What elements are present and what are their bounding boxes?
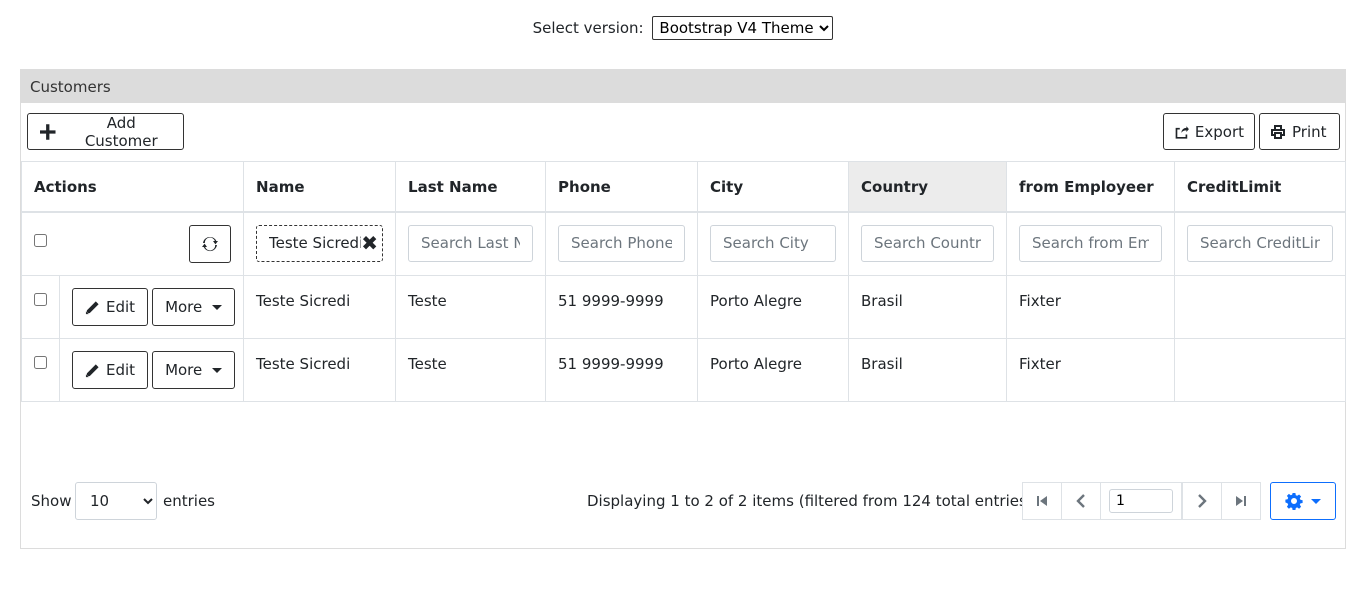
- export-icon: [1175, 125, 1189, 139]
- add-customer-label: Add Customer: [84, 113, 158, 150]
- print-icon: [1271, 124, 1285, 139]
- caret-down-icon: [212, 304, 223, 310]
- row-select-cell: [21, 275, 60, 339]
- table-row: Edit More Teste Sicredi Teste 51 9999-99…: [21, 338, 1347, 402]
- cell-country: Brasil: [848, 275, 1008, 339]
- filter-city-cell: [697, 211, 850, 276]
- table-footer: Show 10 entries Displaying 1 to 2 of 2 i…: [21, 482, 1345, 522]
- version-select[interactable]: Bootstrap V4 Theme: [652, 16, 834, 40]
- edit-label: Edit: [106, 361, 136, 379]
- cell-last-name: Teste: [395, 338, 547, 402]
- filter-name-cell: Teste Sicredi ✖: [243, 211, 397, 276]
- column-header-last-name[interactable]: Last Name: [395, 161, 547, 213]
- clear-filter-icon[interactable]: ✖: [361, 233, 378, 253]
- filter-credit-cell: [1174, 211, 1347, 276]
- column-header-employeer[interactable]: from Employeer: [1006, 161, 1176, 213]
- table-header-row: Actions Name Last Name Phone City Countr…: [20, 161, 1347, 213]
- page-number-wrap: [1100, 482, 1182, 520]
- select-all-checkbox[interactable]: [34, 233, 47, 247]
- first-page-icon: [1037, 496, 1047, 506]
- name-filter-value: Teste Sicredi: [269, 234, 362, 252]
- column-header-name[interactable]: Name: [243, 161, 397, 213]
- search-city-input[interactable]: [710, 224, 837, 262]
- last-page-button[interactable]: [1221, 482, 1261, 520]
- more-dropdown-button[interactable]: More: [152, 351, 236, 389]
- toolbar: Add Customer Export Print: [21, 103, 1345, 161]
- search-phone-input[interactable]: [558, 224, 686, 262]
- version-label: Select version:: [532, 19, 644, 37]
- print-button[interactable]: Print: [1259, 113, 1340, 150]
- customers-table: Actions Name Last Name Phone City Countr…: [20, 161, 1347, 402]
- more-label: More: [165, 361, 203, 379]
- pencil-icon: [85, 363, 99, 377]
- cell-phone: 51 9999-9999: [545, 275, 699, 339]
- plus-icon: [40, 123, 56, 140]
- filter-phone-cell: [545, 211, 699, 276]
- column-header-actions: Actions: [20, 161, 245, 213]
- page-number-input[interactable]: [1109, 489, 1173, 513]
- cell-employeer: Fixter: [1006, 338, 1176, 402]
- search-last-name-input[interactable]: [408, 224, 534, 262]
- row-checkbox[interactable]: [34, 356, 47, 369]
- column-header-city[interactable]: City: [697, 161, 850, 213]
- column-header-phone[interactable]: Phone: [545, 161, 699, 213]
- cell-phone: 51 9999-9999: [545, 338, 699, 402]
- refresh-button[interactable]: [189, 224, 232, 263]
- row-actions-cell: Edit More: [58, 275, 245, 339]
- column-header-country[interactable]: Country: [848, 161, 1008, 213]
- panel-title: Customers: [21, 70, 1345, 103]
- more-label: More: [165, 298, 203, 316]
- export-button[interactable]: Export: [1163, 113, 1255, 150]
- filter-employeer-cell: [1006, 211, 1176, 276]
- edit-label: Edit: [106, 298, 136, 316]
- entries-label: entries: [163, 492, 215, 510]
- pagination: [1022, 482, 1261, 520]
- gear-icon: [1285, 493, 1303, 510]
- cell-credit-limit: [1174, 338, 1347, 402]
- filter-last-name-cell: [395, 211, 547, 276]
- chevron-left-icon: [1076, 494, 1085, 508]
- prev-page-button[interactable]: [1061, 482, 1101, 520]
- row-actions-cell: Edit More: [58, 338, 245, 402]
- more-dropdown-button[interactable]: More: [152, 288, 236, 326]
- cell-credit-limit: [1174, 275, 1347, 339]
- caret-down-icon: [212, 367, 223, 373]
- search-employeer-input[interactable]: [1019, 224, 1163, 262]
- add-customer-button[interactable]: Add Customer: [27, 113, 184, 150]
- cell-last-name: Teste: [395, 275, 547, 339]
- table-row: Edit More Teste Sicredi Teste 51 9999-99…: [21, 275, 1347, 339]
- show-label: Show: [31, 492, 72, 510]
- last-page-icon: [1236, 496, 1246, 506]
- cell-name: Teste Sicredi: [243, 275, 397, 339]
- name-filter-input[interactable]: Teste Sicredi ✖: [256, 224, 384, 262]
- export-label: Export: [1194, 122, 1244, 141]
- refresh-icon: [202, 236, 219, 251]
- cell-name: Teste Sicredi: [243, 338, 397, 402]
- next-page-button[interactable]: [1182, 482, 1222, 520]
- edit-button[interactable]: Edit: [72, 351, 149, 389]
- chevron-right-icon: [1198, 494, 1207, 508]
- pagination-status: Displaying 1 to 2 of 2 items (filtered f…: [587, 492, 1033, 510]
- filter-row: Teste Sicredi ✖: [20, 211, 1347, 276]
- cell-city: Porto Alegre: [697, 275, 850, 339]
- customers-panel: Customers Add Customer Export Print Acti…: [20, 69, 1347, 549]
- cell-country: Brasil: [848, 338, 1008, 402]
- caret-down-icon: [1311, 498, 1321, 504]
- search-country-input[interactable]: [861, 224, 995, 262]
- cell-employeer: Fixter: [1006, 275, 1176, 339]
- pencil-icon: [85, 300, 99, 314]
- search-credit-limit-input[interactable]: [1187, 224, 1334, 262]
- edit-button[interactable]: Edit: [72, 288, 149, 326]
- print-label: Print: [1292, 122, 1327, 141]
- filter-actions-cell: [20, 211, 245, 276]
- settings-dropdown-button[interactable]: [1270, 482, 1336, 520]
- version-bar: Select version: Bootstrap V4 Theme: [0, 16, 1366, 40]
- column-header-credit-limit[interactable]: CreditLimit: [1174, 161, 1347, 213]
- page-size-select[interactable]: 10: [75, 482, 157, 520]
- cell-city: Porto Alegre: [697, 338, 850, 402]
- filter-country-cell: [848, 211, 1008, 276]
- row-checkbox[interactable]: [34, 293, 47, 306]
- row-select-cell: [21, 338, 60, 402]
- first-page-button[interactable]: [1022, 482, 1062, 520]
